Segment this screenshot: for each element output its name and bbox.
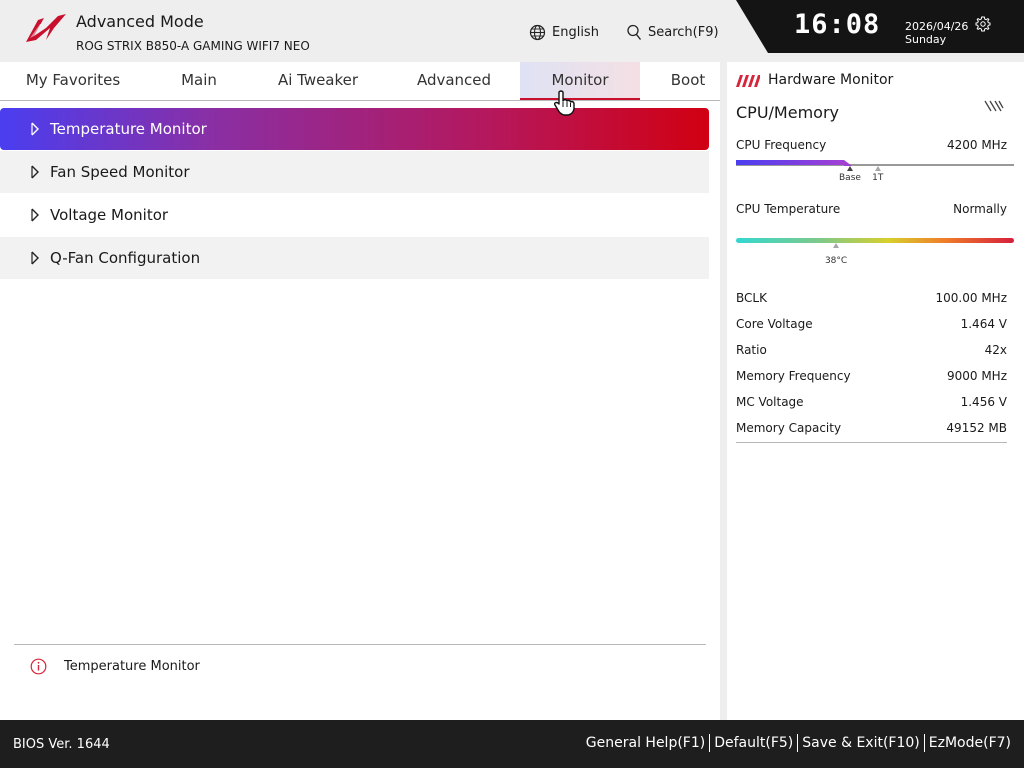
search-button[interactable]: Search(F9)	[627, 22, 719, 42]
core-voltage-value: 1.464 V	[960, 317, 1007, 331]
menu-item-label: Fan Speed Monitor	[50, 163, 190, 181]
menu-item-label: Temperature Monitor	[50, 120, 207, 138]
bios-version: BIOS Ver. 1644	[13, 737, 110, 752]
mc-voltage-label: MC Voltage	[736, 395, 804, 409]
language-selector[interactable]: English	[529, 22, 599, 42]
base-frequency-marker	[846, 166, 853, 171]
info-icon	[30, 658, 47, 675]
general-help-button[interactable]: General Help(F1)	[582, 735, 709, 751]
search-label: Search(F9)	[648, 24, 719, 40]
expand-arrow-icon	[31, 165, 39, 179]
cpu-frequency-value: 4200 MHz	[946, 138, 1007, 152]
base-marker-label: Base	[839, 173, 861, 183]
ez-mode-button[interactable]: EzMode(F7)	[925, 735, 1015, 751]
header-bar: Advanced Mode ROG STRIX B850-A GAMING WI…	[0, 0, 1024, 62]
main-tab-bar: My Favorites Main Ai Tweaker Advanced Mo…	[0, 62, 720, 101]
help-divider	[14, 644, 706, 645]
gear-icon[interactable]	[975, 16, 991, 32]
menu-item-q-fan-configuration[interactable]: Q-Fan Configuration	[0, 237, 709, 279]
mode-title: Advanced Mode	[76, 12, 204, 31]
hand-cursor-icon	[553, 90, 575, 116]
cpu-temperature-marker	[833, 243, 840, 248]
hardware-monitor-title: Hardware Monitor	[768, 72, 894, 88]
tab-my-favorites[interactable]: My Favorites	[14, 62, 132, 100]
tab-monitor[interactable]: Monitor	[520, 62, 640, 100]
bclk-label: BCLK	[736, 291, 767, 305]
tab-ai-tweaker[interactable]: Ai Tweaker	[268, 62, 368, 100]
turbo-frequency-marker	[874, 166, 881, 171]
menu-item-label: Voltage Monitor	[50, 206, 169, 224]
bclk-value: 100.00 MHz	[935, 291, 1007, 305]
help-description: Temperature Monitor	[64, 659, 200, 674]
hw-bottom-divider	[736, 442, 1007, 443]
cpu-temperature-status: Normally	[953, 202, 1007, 216]
cpu-frequency-label: CPU Frequency	[736, 138, 827, 152]
clock-day: Sunday	[905, 33, 947, 46]
tab-main[interactable]: Main	[160, 62, 238, 100]
clock-date: 2026/04/26	[905, 20, 969, 33]
cpu-frequency-bar	[736, 160, 844, 165]
turbo-marker-label: 1T	[872, 173, 884, 183]
core-voltage-label: Core Voltage	[736, 317, 813, 331]
memory-frequency-label: Memory Frequency	[736, 369, 851, 383]
collapse-icon[interactable]	[984, 100, 1004, 112]
tab-advanced[interactable]: Advanced	[404, 62, 504, 100]
cpu-temperature-reading: 38°C	[824, 256, 848, 266]
memory-frequency-value: 9000 MHz	[946, 369, 1007, 383]
menu-item-label: Q-Fan Configuration	[50, 249, 201, 267]
rog-logo-icon	[26, 14, 66, 42]
menu-item-temperature-monitor[interactable]: Temperature Monitor	[0, 108, 709, 150]
ratio-label: Ratio	[736, 343, 767, 357]
memory-capacity-label: Memory Capacity	[736, 421, 842, 435]
panel-divider	[720, 62, 727, 720]
bios-screen: Advanced Mode ROG STRIX B850-A GAMING WI…	[0, 0, 1024, 768]
expand-arrow-icon	[31, 208, 39, 222]
board-name: ROG STRIX B850-A GAMING WIFI7 NEO	[76, 39, 310, 53]
default-button[interactable]: Default(F5)	[710, 735, 797, 751]
globe-icon	[529, 24, 546, 40]
save-exit-button[interactable]: Save & Exit(F10)	[798, 735, 923, 751]
expand-arrow-icon	[31, 122, 39, 136]
footer-shortcuts: General Help(F1) Default(F5) Save & Exit…	[582, 733, 1015, 753]
tab-boot[interactable]: Boot	[660, 62, 716, 100]
mc-voltage-value: 1.456 V	[960, 395, 1007, 409]
menu-item-voltage-monitor[interactable]: Voltage Monitor	[0, 194, 709, 236]
search-icon	[627, 24, 642, 40]
hw-section-title: CPU/Memory	[736, 103, 839, 122]
hardware-monitor-icon	[736, 75, 760, 87]
expand-arrow-icon	[31, 251, 39, 265]
memory-capacity-value: 49152 MB	[946, 421, 1007, 435]
clock-time[interactable]: 16:08	[794, 9, 880, 40]
menu-item-fan-speed-monitor[interactable]: Fan Speed Monitor	[0, 151, 709, 193]
ratio-value: 42x	[984, 343, 1007, 357]
cpu-temperature-label: CPU Temperature	[736, 202, 841, 216]
language-label: English	[552, 24, 599, 40]
cpu-temperature-bar	[736, 238, 1014, 243]
